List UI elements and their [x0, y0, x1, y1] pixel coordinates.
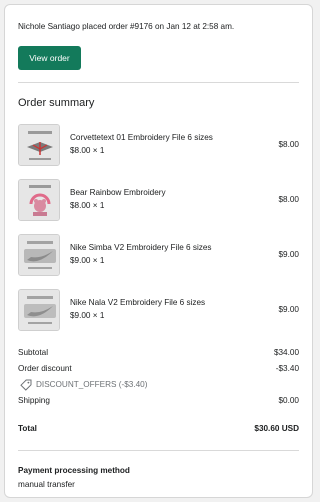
line-item: Nike Nala V2 Embroidery File 6 sizes $9.… [18, 289, 299, 333]
payment-method-title: Payment processing method [18, 466, 130, 475]
corvette-logo-image [18, 124, 60, 166]
total-row: Total $30.60 USD [18, 424, 299, 436]
order-discount-row: Order discount -$3.40 [18, 364, 299, 376]
shipping-value: $0.00 [278, 396, 300, 405]
item-price-qty: $8.00 × 1 [70, 146, 105, 155]
item-price-qty: $8.00 × 1 [70, 201, 105, 210]
item-name: Corvettetext 01 Embroidery File 6 sizes [70, 133, 213, 142]
subtotal-label: Subtotal [18, 348, 49, 357]
item-total: $8.00 [278, 195, 300, 204]
item-name: Nike Nala V2 Embroidery File 6 sizes [70, 298, 206, 307]
nike-simba-image [18, 234, 60, 276]
subtotal-row: Subtotal $34.00 [18, 348, 299, 360]
total-value: $30.60 USD [254, 424, 299, 433]
order-discount-value: -$3.40 [275, 364, 299, 373]
line-item: Bear Rainbow Embroidery $8.00 × 1 $8.00 [18, 179, 299, 223]
subtotal-value: $34.00 [273, 348, 299, 357]
order-discount-label: Order discount [18, 364, 72, 373]
shipping-label: Shipping [18, 396, 50, 405]
item-total: $9.00 [278, 305, 300, 314]
item-name: Bear Rainbow Embroidery [70, 188, 166, 197]
order-confirmation-card: Nichole Santiago placed order #9176 on J… [4, 4, 313, 498]
line-item: Nike Simba V2 Embroidery File 6 sizes $9… [18, 234, 299, 278]
payment-method-value: manual transfer [18, 480, 75, 489]
tag-icon [20, 379, 32, 391]
item-price-qty: $9.00 × 1 [70, 311, 105, 320]
order-notice-text: Nichole Santiago placed order #9176 on J… [18, 22, 235, 31]
bear-rainbow-image [18, 179, 60, 221]
discount-code-label: DISCOUNT_OFFERS (-$3.40) [36, 380, 148, 389]
total-label: Total [18, 424, 37, 433]
shipping-row: Shipping $0.00 [18, 396, 299, 408]
nike-nala-image [18, 289, 60, 331]
item-name: Nike Simba V2 Embroidery File 6 sizes [70, 243, 212, 252]
item-total: $8.00 [278, 140, 300, 149]
section-divider [18, 450, 299, 451]
item-price-qty: $9.00 × 1 [70, 256, 105, 265]
line-item: Corvettetext 01 Embroidery File 6 sizes … [18, 124, 299, 168]
item-total: $9.00 [278, 250, 300, 259]
view-order-button[interactable]: View order [18, 46, 81, 70]
order-summary-title: Order summary [18, 97, 95, 109]
section-divider [18, 82, 299, 83]
